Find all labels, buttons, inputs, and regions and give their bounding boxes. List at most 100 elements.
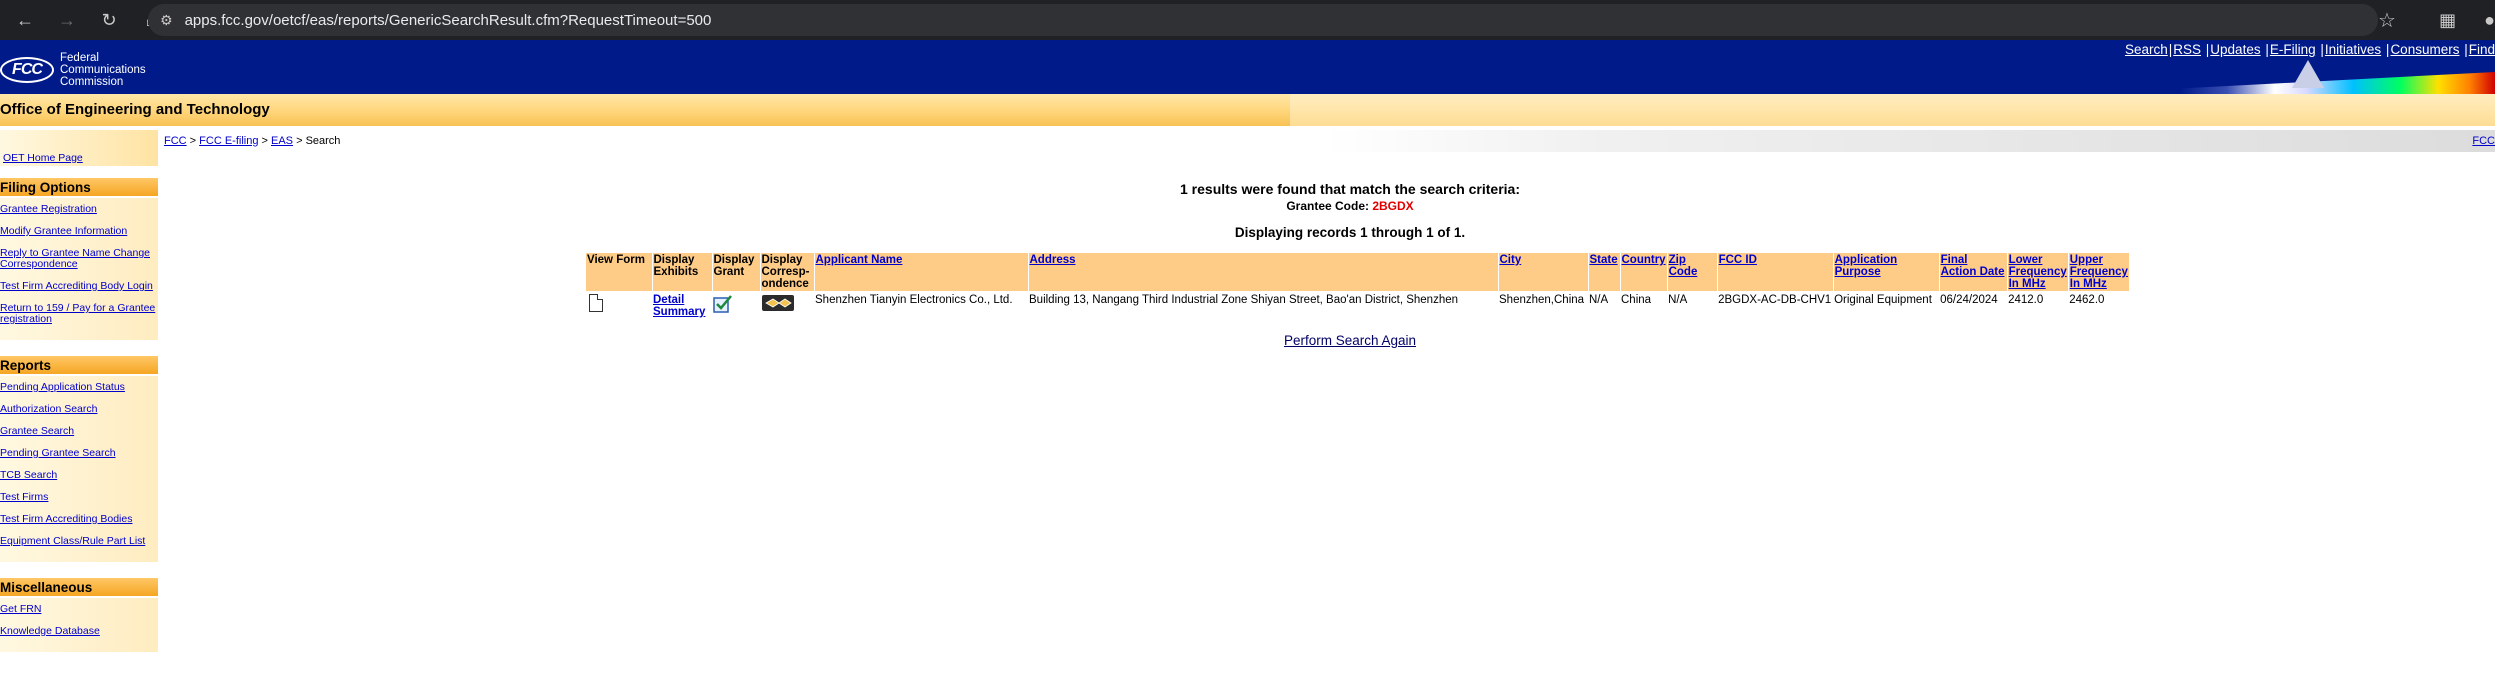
- sidebar-item-return-159[interactable]: Return to 159 / Pay for a Grantee regist…: [0, 303, 158, 325]
- sort-state-link[interactable]: State: [1590, 254, 1618, 266]
- col-fcc-id: FCC ID: [1717, 253, 1834, 291]
- sort-lower-freq-link[interactable]: Lower Frequency In MHz: [2009, 254, 2067, 290]
- col-upper-freq: Upper Frequency In MHz: [2068, 253, 2130, 291]
- col-country: Country: [1620, 253, 1668, 291]
- sidebar-item-grantee-search[interactable]: Grantee Search: [0, 426, 158, 437]
- breadcrumb-right-fcc-link[interactable]: FCC: [2472, 135, 2495, 147]
- reload-icon[interactable]: ↻: [94, 5, 124, 35]
- nav-initiatives[interactable]: Initiatives: [2325, 42, 2381, 57]
- upper-freq-cell: 2462.0: [2069, 294, 2105, 306]
- breadcrumb-fcc[interactable]: FCC: [164, 135, 187, 147]
- sidebar-section-reports: Reports Pending Application Status Autho…: [0, 356, 158, 562]
- top-nav-links: Search|RSS |Updates |E-Filing |Initiativ…: [2124, 42, 2495, 57]
- sort-applicant-link[interactable]: Applicant Name: [816, 254, 903, 266]
- sort-address-link[interactable]: Address: [1030, 254, 1076, 266]
- grantee-code-line: Grantee Code: 2BGDX: [1286, 199, 1414, 213]
- sort-country-link[interactable]: Country: [1622, 254, 1666, 266]
- detail-summary-link[interactable]: Detail Summary: [653, 294, 705, 318]
- results-summary: 1 results were found that match the sear…: [0, 181, 2495, 240]
- display-correspondence-icon[interactable]: [761, 294, 795, 312]
- office-title: Office of Engineering and Technology: [0, 101, 270, 118]
- grantee-code: 2BGDX: [1372, 199, 1414, 213]
- forward-icon[interactable]: →: [52, 5, 82, 35]
- site-info-icon[interactable]: ⚙: [160, 12, 173, 29]
- results-count-text: 1 results were found that match the sear…: [1180, 181, 1520, 197]
- agency-name: Federal Communications Commission: [60, 52, 146, 88]
- sidebar-item-authorization-search[interactable]: Authorization Search: [0, 404, 158, 415]
- sidebar-item-pending-status[interactable]: Pending Application Status: [0, 382, 158, 393]
- sidebar-section-misc: Miscellaneous Get FRN Knowledge Database: [0, 578, 158, 652]
- sidebar-item-test-firm-login[interactable]: Test Firm Accrediting Body Login: [0, 281, 158, 292]
- country-cell: China: [1621, 294, 1652, 306]
- fcc-id-cell: 2BGDX-AC-DB-CHV1: [1718, 294, 1832, 306]
- displaying-records-text: Displaying records 1 through 1 of 1.: [1234, 225, 1466, 240]
- nav-search[interactable]: Search: [2125, 42, 2168, 57]
- sort-final-action-link[interactable]: Final Action Date: [1941, 254, 2005, 278]
- extensions-icon[interactable]: ▦: [2439, 10, 2456, 31]
- fcc-logo-badge: FCC: [0, 57, 54, 83]
- col-city: City: [1498, 253, 1589, 291]
- sidebar-item-test-firms[interactable]: Test Firms: [0, 492, 158, 503]
- sidebar-item-accrediting-bodies[interactable]: Test Firm Accrediting Bodies: [0, 514, 158, 525]
- final-action-cell: 06/24/2024: [1940, 294, 1998, 306]
- col-view-form: View Form: [586, 253, 653, 291]
- sidebar-item-reply-name-change[interactable]: Reply to Grantee Name Change Corresponde…: [0, 248, 158, 270]
- sidebar-item-get-frn[interactable]: Get FRN: [0, 604, 158, 615]
- col-display-grant: Display Grant: [712, 253, 761, 291]
- sort-fcc-id-link[interactable]: FCC ID: [1719, 254, 1757, 266]
- sidebar-item-equipment-class[interactable]: Equipment Class/Rule Part List: [0, 536, 158, 547]
- purpose-cell: Original Equipment: [1834, 294, 1932, 306]
- perform-search-again-link[interactable]: Perform Search Again: [1284, 333, 1416, 348]
- sidebar-item-knowledge-db[interactable]: Knowledge Database: [0, 626, 158, 637]
- browser-toolbar: ← → ↻ ⌂ ⚙ apps.fcc.gov/oetcf/eas/reports…: [0, 0, 2495, 40]
- col-state: State: [1588, 253, 1621, 291]
- bookmark-star-icon[interactable]: ☆: [2378, 8, 2396, 33]
- col-applicant-name: Applicant Name: [814, 253, 1029, 291]
- breadcrumb-efiling[interactable]: FCC E-filing: [199, 135, 258, 147]
- zip-cell: N/A: [1668, 294, 1688, 306]
- lower-freq-cell: 2412.0: [2008, 294, 2044, 306]
- sidebar-section-title: Reports: [0, 356, 158, 376]
- results-table: View Form Display Exhibits Display Grant…: [586, 253, 2130, 318]
- sidebar-item-pending-grantee-search[interactable]: Pending Grantee Search: [0, 448, 158, 459]
- address-cell: Building 13, Nangang Third Industrial Zo…: [1029, 294, 1459, 306]
- applicant-cell: Shenzhen Tianyin Electronics Co., Ltd.: [815, 294, 1013, 306]
- breadcrumb: FCC > FCC E-filing > EAS > Search FCC: [158, 130, 2495, 152]
- profile-icon[interactable]: ●: [2484, 10, 2495, 31]
- col-address: Address: [1028, 253, 1499, 291]
- col-display-correspondence: Display Corresp-ondence: [760, 253, 815, 291]
- url-text: apps.fcc.gov/oetcf/eas/reports/GenericSe…: [184, 11, 712, 29]
- spectrum-pointer-graphic: [2292, 60, 2324, 88]
- nav-rss[interactable]: RSS: [2173, 42, 2201, 57]
- sort-purpose-link[interactable]: Application Purpose: [1835, 254, 1898, 278]
- view-form-icon[interactable]: [589, 294, 603, 312]
- fcc-logo[interactable]: FCC Federal Communications Commission: [0, 52, 146, 88]
- sort-zip-link[interactable]: Zip Code: [1669, 254, 1698, 278]
- nav-updates[interactable]: Updates: [2210, 42, 2260, 57]
- sidebar-home: OET Home Page: [0, 130, 158, 166]
- sort-upper-freq-link[interactable]: Upper Frequency In MHz: [2070, 254, 2128, 290]
- sidebar-item-tcb-search[interactable]: TCB Search: [0, 470, 158, 481]
- col-lower-freq: Lower Frequency In MHz: [2007, 253, 2069, 291]
- breadcrumb-eas[interactable]: EAS: [271, 135, 293, 147]
- display-grant-icon[interactable]: [713, 294, 735, 314]
- table-row: Detail Summary Shenzhen Tianyin Electron…: [586, 291, 2129, 318]
- address-bar[interactable]: ⚙ apps.fcc.gov/oetcf/eas/reports/Generic…: [148, 4, 2378, 36]
- nav-consumers[interactable]: Consumers: [2390, 42, 2459, 57]
- sort-city-link[interactable]: City: [1500, 254, 1522, 266]
- search-again: Perform Search Again: [0, 333, 2495, 348]
- table-header-row: View Form Display Exhibits Display Grant…: [586, 253, 2130, 291]
- nav-efiling[interactable]: E-Filing: [2270, 42, 2316, 57]
- col-display-exhibits: Display Exhibits: [652, 253, 713, 291]
- oet-home-link[interactable]: OET Home Page: [3, 152, 83, 164]
- office-banner: Office of Engineering and Technology: [0, 94, 2495, 126]
- nav-find[interactable]: Find: [2469, 42, 2495, 57]
- back-icon[interactable]: ←: [10, 5, 40, 35]
- col-zip: Zip Code: [1667, 253, 1718, 291]
- city-cell: Shenzhen,China: [1499, 294, 1585, 306]
- state-cell: N/A: [1589, 294, 1609, 306]
- col-final-action: Final Action Date: [1939, 253, 2008, 291]
- spectrum-graphic: [2180, 72, 2495, 94]
- sidebar-section-title: Miscellaneous: [0, 578, 158, 598]
- col-app-purpose: Application Purpose: [1833, 253, 1940, 291]
